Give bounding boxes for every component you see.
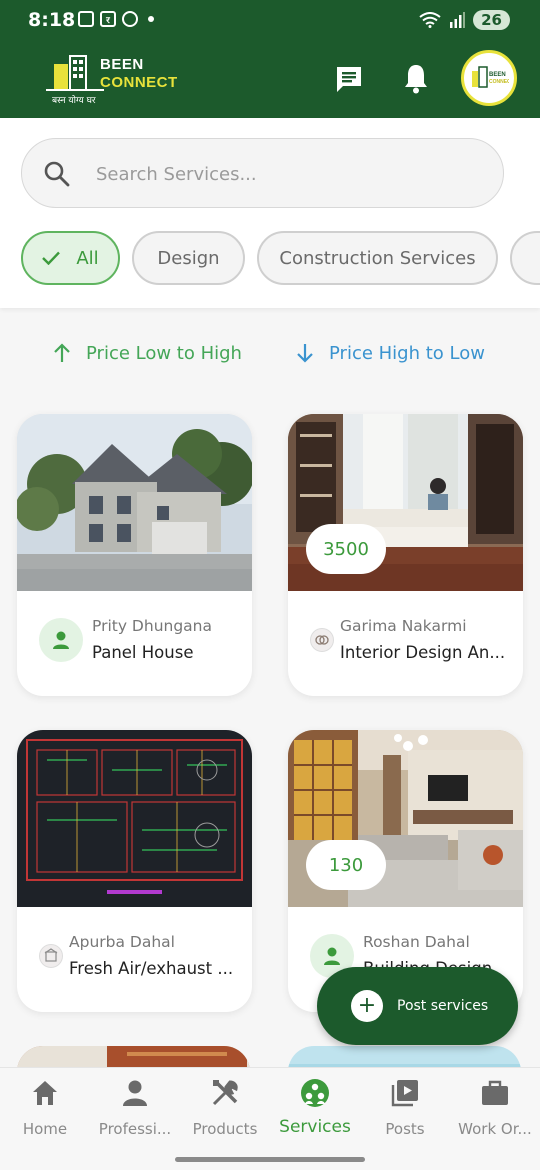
search-input[interactable] [96, 159, 476, 189]
price-badge: 3500 [306, 524, 386, 574]
tools-icon [212, 1080, 238, 1106]
person-icon [324, 947, 340, 965]
signal-icon [450, 12, 466, 28]
nav-work-orders[interactable]: Work Or... [450, 1078, 540, 1138]
nav-label: Home [22, 1120, 68, 1138]
services-icon [301, 1079, 329, 1107]
service-image-living-room: 130 [288, 730, 523, 907]
status-time: 8:18 [28, 9, 76, 31]
battery-indicator: 26 [473, 10, 510, 30]
nav-label: Services [279, 1117, 351, 1137]
logo-tagline: बस्न योग्य घर [52, 96, 96, 106]
filter-chip-design[interactable]: Design [132, 231, 245, 285]
been-connect-logo[interactable]: BEEN CONNECT बस्न योग्य घर [46, 50, 186, 108]
logo-text-connect: CONNECT [100, 74, 178, 91]
status-icons: र [78, 11, 154, 27]
nav-home[interactable]: Home [0, 1078, 90, 1138]
provider-name: Roshan Dahal [363, 933, 470, 951]
nav-posts[interactable]: Posts [360, 1078, 450, 1138]
service-image-interior: 3500 [288, 414, 523, 591]
svg-text:BEEN: BEEN [489, 72, 506, 78]
service-image-floor-plan [17, 730, 252, 907]
service-card[interactable]: Prity Dhungana Panel House [17, 414, 252, 696]
video-library-icon [391, 1080, 418, 1107]
provider-logo-icon [44, 948, 58, 962]
search-filter-area: All Design Construction Services [0, 118, 540, 308]
nav-products[interactable]: Products [180, 1078, 270, 1138]
provider-logo-icon [315, 635, 329, 645]
post-services-label: Post services [397, 998, 489, 1014]
provider-avatar [39, 944, 63, 968]
provider-name: Prity Dhungana [92, 617, 212, 635]
nav-label: Products [192, 1120, 258, 1138]
service-title: Panel House [92, 643, 194, 662]
service-card[interactable]: Apurba Dahal Fresh Air/exhaust ... [17, 730, 252, 1012]
filter-chip-label: Construction Services [279, 247, 476, 269]
building-logo-icon [46, 55, 104, 91]
home-icon [33, 1081, 57, 1105]
arrow-down-icon [297, 344, 313, 363]
screen-record-icon [78, 11, 94, 27]
logo-text-been: BEEN [100, 56, 144, 73]
arrow-up-icon [54, 343, 70, 362]
person-icon [123, 1080, 147, 1106]
nav-label: Posts [385, 1120, 425, 1138]
provider-name: Apurba Dahal [69, 933, 175, 951]
nav-services[interactable]: Services [270, 1078, 360, 1138]
service-card[interactable]: 3500 Garima Nakarmi Interior Design An..… [288, 414, 523, 696]
filter-chip-construction-services[interactable]: Construction Services [257, 231, 498, 285]
bottom-navigation: Home Professi... Products Services Posts… [0, 1067, 540, 1170]
nav-label: Professi... [98, 1120, 172, 1138]
post-services-button[interactable]: + Post services [317, 967, 518, 1045]
filter-chip-label: All [76, 247, 99, 269]
gesture-bar [175, 1157, 365, 1162]
sort-price-low-to-high[interactable]: Price Low to High [52, 340, 242, 366]
status-right: 26 [419, 10, 510, 30]
briefcase-icon [482, 1080, 508, 1105]
search-bar[interactable] [21, 138, 504, 208]
messenger-icon [122, 11, 138, 27]
service-title: Interior Design An... [340, 643, 506, 662]
filter-chip-more[interactable] [510, 231, 540, 285]
profile-avatar-icon[interactable]: BEEN CONNECT [461, 50, 517, 106]
service-title: Fresh Air/exhaust ... [69, 959, 234, 978]
price-badge: 130 [306, 840, 386, 890]
status-bar: 8:18 र 26 [0, 0, 540, 42]
nav-professionals[interactable]: Professi... [90, 1078, 180, 1138]
bell-icon[interactable] [402, 62, 430, 94]
rupee-icon: र [100, 11, 116, 27]
provider-name: Garima Nakarmi [340, 617, 467, 635]
chat-icon[interactable] [334, 64, 364, 94]
filter-chip-all[interactable]: All [21, 231, 120, 285]
filter-chip-label: Design [157, 247, 220, 269]
person-icon [53, 631, 69, 649]
sort-price-high-to-low[interactable]: Price High to Low [295, 340, 485, 366]
filter-chips: All Design Construction Services [21, 231, 540, 285]
provider-avatar [39, 618, 83, 662]
search-icon [44, 161, 70, 187]
svg-text:CONNECT: CONNECT [489, 79, 509, 85]
provider-avatar [310, 628, 334, 652]
wifi-icon [419, 12, 441, 28]
profile-logo-icon: BEEN CONNECT [472, 66, 509, 88]
plus-icon: + [351, 990, 383, 1022]
nav-label: Work Or... [458, 1120, 532, 1138]
sort-low-label: Price Low to High [86, 342, 242, 364]
service-image-house [17, 414, 252, 591]
app-header: BEEN CONNECT बस्न योग्य घर BEEN CONNECT [0, 42, 540, 118]
notification-dot-icon [148, 16, 154, 22]
check-icon [42, 251, 61, 265]
sort-high-label: Price High to Low [329, 342, 485, 364]
